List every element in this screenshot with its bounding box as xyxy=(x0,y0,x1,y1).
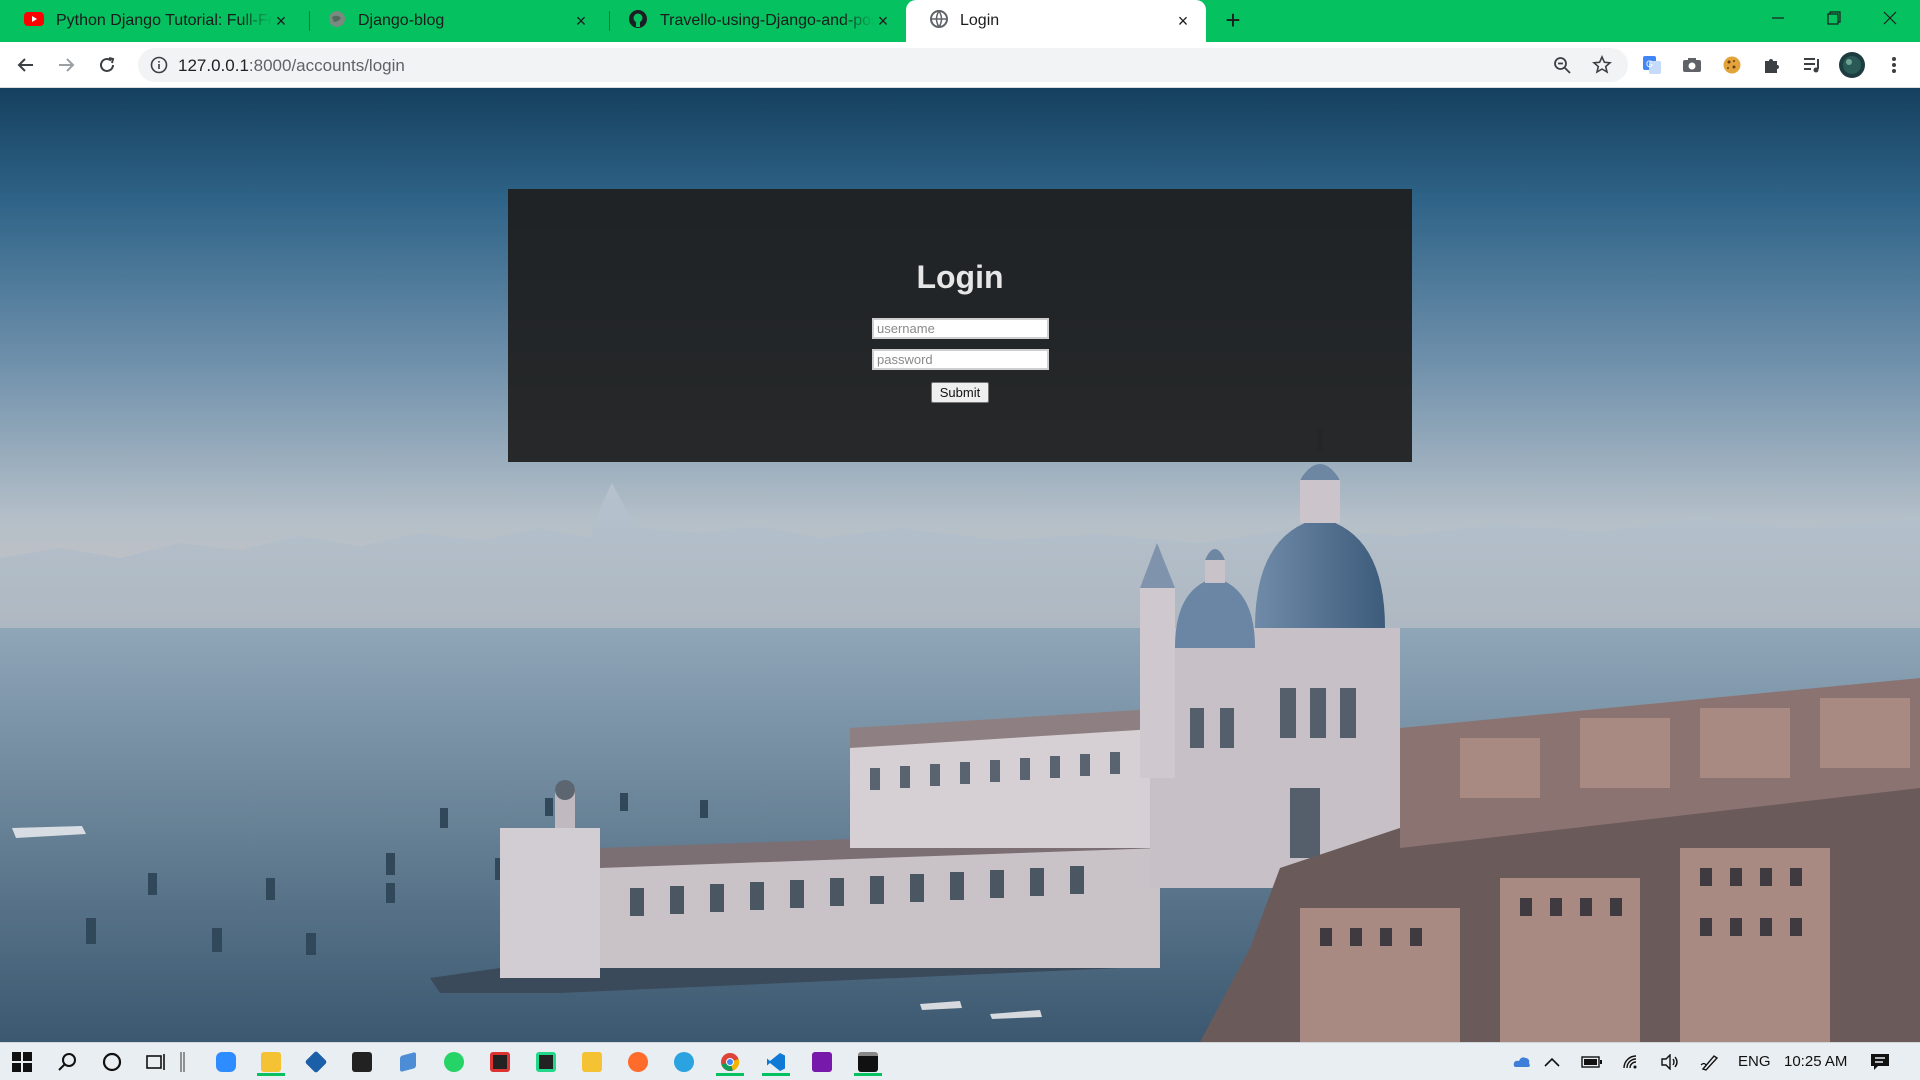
close-tab-icon[interactable]: × xyxy=(572,11,590,31)
tab-django-blog[interactable]: Django-blog × xyxy=(304,0,604,42)
tab-title: Django-blog xyxy=(358,12,445,29)
onenote-icon[interactable] xyxy=(806,1048,838,1076)
taskbar-divider xyxy=(176,1048,188,1076)
browser-toolbar: 127.0.0.1:8000/accounts/login G xyxy=(0,42,1920,88)
zoom-icon[interactable] xyxy=(1550,53,1574,77)
profile-avatar[interactable] xyxy=(1838,51,1866,79)
bookmark-star-icon[interactable] xyxy=(1590,53,1614,77)
new-tab-button[interactable]: + xyxy=(1220,7,1246,34)
task-view-icon[interactable] xyxy=(140,1048,172,1076)
cookie-icon[interactable] xyxy=(1720,53,1744,77)
globe-icon xyxy=(328,10,346,33)
forward-button[interactable] xyxy=(52,51,80,79)
pen-icon[interactable] xyxy=(1694,1048,1726,1076)
tab-login[interactable]: Login × xyxy=(906,0,1206,42)
onedrive-icon[interactable] xyxy=(1506,1048,1538,1076)
volume-icon[interactable] xyxy=(1654,1048,1686,1076)
microsoft-store-icon[interactable] xyxy=(346,1048,378,1076)
tab-github-travello[interactable]: Travello-using-Django-and-postgres × xyxy=(604,0,906,42)
minimize-button[interactable] xyxy=(1750,0,1806,36)
vscode-icon[interactable] xyxy=(760,1048,792,1076)
address-bar[interactable]: 127.0.0.1:8000/accounts/login xyxy=(138,48,1628,82)
battery-icon[interactable] xyxy=(1576,1048,1608,1076)
menu-kebab-icon[interactable] xyxy=(1882,53,1906,77)
screenshot-camera-icon[interactable] xyxy=(1680,53,1704,77)
wifi-icon[interactable] xyxy=(1616,1048,1648,1076)
chrome-icon[interactable] xyxy=(714,1048,746,1076)
telegram-icon[interactable] xyxy=(668,1048,700,1076)
zoom-app-icon[interactable] xyxy=(210,1048,242,1076)
tab-youtube[interactable]: Python Django Tutorial: Full-Featured We… xyxy=(0,0,304,42)
google-translate-icon[interactable]: G xyxy=(1640,53,1664,77)
tab-title: Python Django Tutorial: Full-Featured We… xyxy=(56,12,272,29)
github-icon xyxy=(628,9,648,34)
pycharm-icon[interactable] xyxy=(530,1048,562,1076)
login-title: Login xyxy=(916,259,1004,295)
close-tab-icon[interactable]: × xyxy=(874,11,892,31)
browser-tab-strip: Python Django Tutorial: Full-Featured We… xyxy=(0,0,1920,42)
login-panel: Login Submit xyxy=(508,189,1412,462)
virtualbox-icon[interactable] xyxy=(300,1048,332,1076)
submit-button[interactable]: Submit xyxy=(931,382,989,403)
chevron-up-icon[interactable] xyxy=(1536,1048,1568,1076)
cortana-icon[interactable] xyxy=(96,1048,128,1076)
username-input[interactable] xyxy=(872,318,1049,339)
close-tab-icon[interactable]: × xyxy=(272,11,290,31)
firefox-icon[interactable] xyxy=(622,1048,654,1076)
password-input[interactable] xyxy=(872,349,1049,370)
tab-title: Login xyxy=(960,12,1000,29)
close-window-button[interactable] xyxy=(1862,0,1918,36)
close-tab-icon[interactable]: × xyxy=(1174,11,1192,31)
reload-button[interactable] xyxy=(93,51,121,79)
intellij-icon[interactable] xyxy=(484,1048,516,1076)
media-playlist-icon[interactable] xyxy=(1800,53,1824,77)
notification-center-icon[interactable] xyxy=(1864,1048,1896,1076)
url-host: 127.0.0.1 xyxy=(178,56,249,75)
file-explorer-icon[interactable] xyxy=(255,1048,287,1076)
language-indicator[interactable]: ENG xyxy=(1738,1053,1771,1070)
clock[interactable]: 10:25 AM xyxy=(1784,1053,1847,1070)
globe-icon xyxy=(930,9,948,33)
restore-button[interactable] xyxy=(1806,0,1862,36)
tab-title: Travello-using-Django-and-postgres xyxy=(660,12,874,29)
back-button[interactable] xyxy=(12,51,40,79)
search-icon[interactable] xyxy=(52,1048,84,1076)
login-page: Login Submit xyxy=(0,88,1920,1042)
youtube-icon xyxy=(24,11,44,31)
url-path: :8000/accounts/login xyxy=(248,56,405,75)
extensions-puzzle-icon[interactable] xyxy=(1760,53,1784,77)
winrar-icon[interactable] xyxy=(576,1048,608,1076)
terminal-icon[interactable] xyxy=(852,1048,884,1076)
app-icon[interactable] xyxy=(392,1048,424,1076)
info-icon[interactable] xyxy=(150,56,168,79)
svg-text:G: G xyxy=(1646,59,1653,69)
windows-taskbar: ENG 10:25 AM xyxy=(0,1042,1920,1080)
url-text[interactable]: 127.0.0.1:8000/accounts/login xyxy=(178,56,405,76)
windows-start-icon[interactable] xyxy=(6,1048,38,1076)
whatsapp-icon[interactable] xyxy=(438,1048,470,1076)
